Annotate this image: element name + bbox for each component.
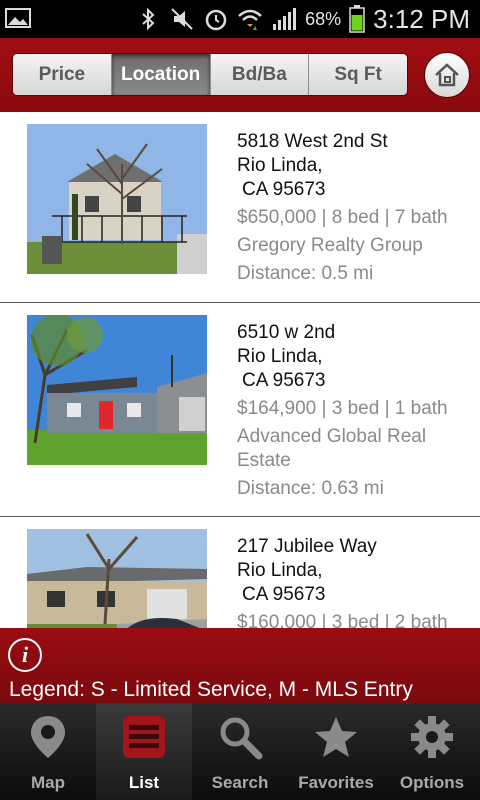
signal-icon bbox=[273, 8, 297, 30]
listing-street: 6510 w 2nd bbox=[237, 322, 336, 343]
star-icon bbox=[315, 717, 357, 757]
listing-state-zip: CA 95673 bbox=[242, 179, 326, 200]
battery-icon bbox=[349, 5, 365, 33]
listing-row[interactable]: 217 Jubilee Way Rio Linda, CA 95673 $160… bbox=[0, 517, 480, 628]
home-icon bbox=[435, 63, 459, 87]
listing-info: 5818 West 2nd St Rio Linda, CA 95673 $65… bbox=[237, 130, 472, 286]
sort-bed-bath-button[interactable]: Bd/Ba bbox=[210, 54, 310, 95]
bluetooth-icon bbox=[142, 7, 155, 31]
legend-bar: i Legend: S - Limited Service, M - MLS E… bbox=[0, 628, 480, 703]
listing-distance: Distance: 0.63 mi bbox=[237, 478, 384, 499]
tab-search[interactable]: Search bbox=[192, 703, 288, 800]
mute-icon bbox=[171, 8, 193, 30]
listing-street: 5818 West 2nd St bbox=[237, 131, 388, 152]
info-icon[interactable]: i bbox=[8, 638, 42, 672]
gallery-notification-icon bbox=[5, 8, 31, 28]
listing-broker: Advanced Global Real Estate bbox=[237, 426, 427, 471]
listing-price: $650,000 | 8 bed | 7 bath bbox=[237, 207, 448, 228]
bottom-tab-bar: Map List Search Favorites Options bbox=[0, 703, 480, 800]
tab-list[interactable]: List bbox=[96, 703, 192, 800]
listing-photo bbox=[27, 529, 207, 628]
tab-label: Favorites bbox=[298, 773, 374, 792]
list-icon bbox=[123, 716, 165, 758]
search-icon bbox=[220, 717, 263, 760]
tab-label: Map bbox=[31, 773, 65, 792]
listing-city: Rio Linda, bbox=[237, 155, 323, 176]
listing-list: 5818 West 2nd St Rio Linda, CA 95673 $65… bbox=[0, 112, 480, 628]
listing-city: Rio Linda, bbox=[237, 346, 323, 367]
status-clock: 3:12 PM bbox=[373, 3, 470, 34]
sort-sqft-button[interactable]: Sq Ft bbox=[309, 54, 407, 95]
listing-city: Rio Linda, bbox=[237, 560, 323, 581]
listing-photo bbox=[27, 124, 207, 274]
listing-state-zip: CA 95673 bbox=[242, 584, 326, 605]
alarm-icon bbox=[205, 9, 227, 31]
listing-distance: Distance: 0.5 mi bbox=[237, 263, 374, 284]
tab-favorites[interactable]: Favorites bbox=[288, 703, 384, 800]
listing-row[interactable]: 5818 West 2nd St Rio Linda, CA 95673 $65… bbox=[0, 112, 480, 303]
tab-label: List bbox=[128, 773, 160, 792]
tab-label: Search bbox=[211, 773, 269, 792]
wifi-icon bbox=[238, 9, 262, 30]
listing-street: 217 Jubilee Way bbox=[237, 536, 377, 557]
gear-icon bbox=[411, 716, 453, 758]
sort-segmented-control: Price Location Bd/Ba Sq Ft bbox=[12, 53, 408, 96]
legend-text: Legend: S - Limited Service, M - MLS Ent… bbox=[9, 678, 413, 701]
listing-price: $160,000 | 3 bed | 2 bath bbox=[237, 612, 448, 628]
listing-state-zip: CA 95673 bbox=[242, 370, 326, 391]
home-button[interactable] bbox=[424, 52, 470, 98]
tab-label: Options bbox=[399, 773, 465, 792]
sort-toolbar: Price Location Bd/Ba Sq Ft bbox=[0, 38, 480, 112]
listing-info: 6510 w 2nd Rio Linda, CA 95673 $164,900 … bbox=[237, 321, 472, 501]
map-pin-icon bbox=[31, 716, 65, 758]
tab-options[interactable]: Options bbox=[384, 703, 480, 800]
listing-info: 217 Jubilee Way Rio Linda, CA 95673 $160… bbox=[237, 535, 472, 628]
tab-map[interactable]: Map bbox=[0, 703, 96, 800]
sort-location-button[interactable]: Location bbox=[111, 54, 211, 95]
listing-photo bbox=[27, 315, 207, 465]
sort-price-button[interactable]: Price bbox=[13, 54, 112, 95]
battery-percent: 68% bbox=[305, 8, 342, 29]
listing-row[interactable]: 6510 w 2nd Rio Linda, CA 95673 $164,900 … bbox=[0, 303, 480, 517]
status-bar: 68% 3:12 PM bbox=[0, 0, 480, 38]
listing-price: $164,900 | 3 bed | 1 bath bbox=[237, 398, 448, 419]
listing-broker: Gregory Realty Group bbox=[237, 235, 423, 256]
